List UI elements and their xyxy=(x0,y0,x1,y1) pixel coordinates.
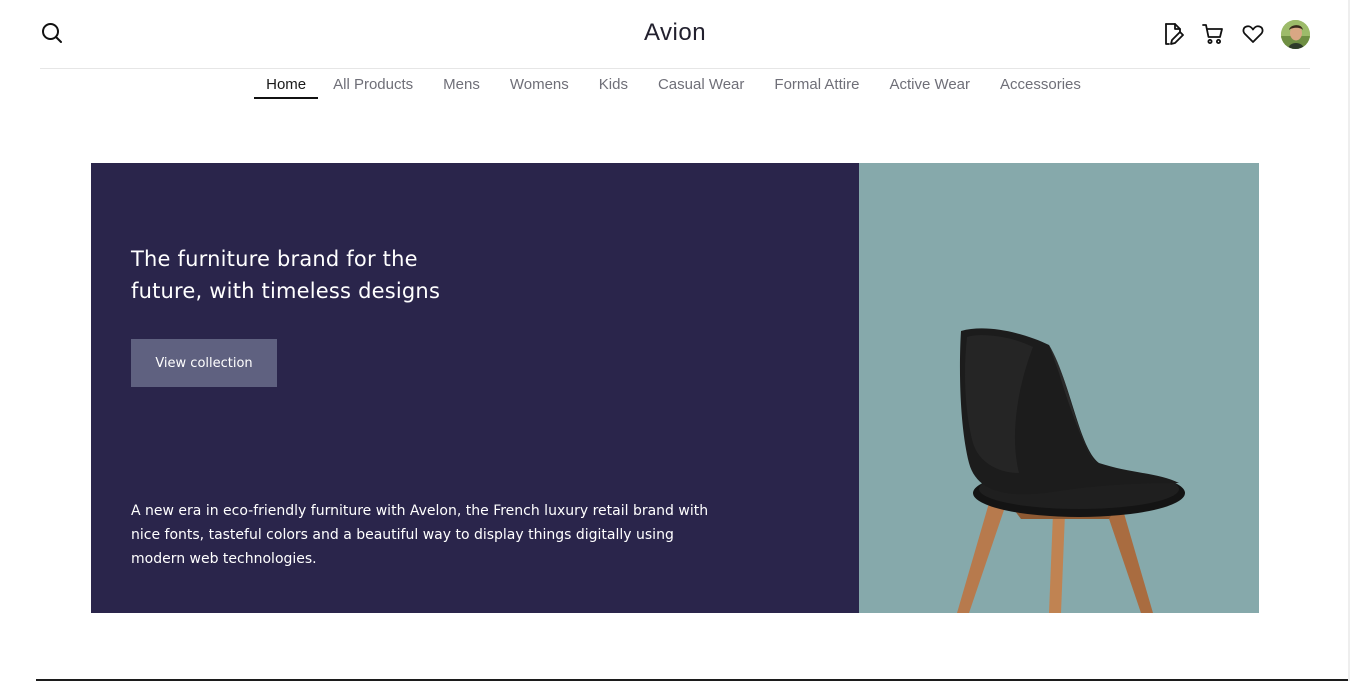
hero-banner: The furniture brand for the future, with… xyxy=(91,163,1259,613)
cart-icon xyxy=(1202,24,1223,44)
hero-image xyxy=(859,163,1259,613)
header-actions xyxy=(1161,17,1310,51)
page: Avion Home All Products Mens Womens Kids… xyxy=(0,0,1350,681)
nav-item-womens[interactable]: Womens xyxy=(495,69,584,99)
category-nav: Home All Products Mens Womens Kids Casua… xyxy=(0,69,1350,103)
view-collection-button[interactable]: View collection xyxy=(131,339,277,387)
hero-description: A new era in eco-friendly furniture with… xyxy=(131,503,709,567)
nav-item-kids[interactable]: Kids xyxy=(584,69,643,99)
heart-icon xyxy=(1242,25,1264,43)
nav-item-active-wear[interactable]: Active Wear xyxy=(874,69,985,99)
hero-title: The furniture brand for the future, with… xyxy=(131,247,441,303)
wishlist-button[interactable] xyxy=(1241,17,1265,51)
hero-content: The furniture brand for the future, with… xyxy=(91,163,859,613)
nav-item-mens[interactable]: Mens xyxy=(428,69,495,99)
nav-item-home[interactable]: Home xyxy=(254,69,319,99)
document-edit-icon xyxy=(1165,23,1184,45)
header: Avion xyxy=(40,0,1310,69)
brand-logo[interactable]: Avion xyxy=(40,19,1310,47)
nav-item-all-products[interactable]: All Products xyxy=(318,69,428,99)
document-edit-button[interactable] xyxy=(1161,17,1185,51)
chair-image xyxy=(957,328,1185,613)
cart-button[interactable] xyxy=(1201,17,1225,51)
avatar[interactable] xyxy=(1281,19,1310,49)
nav-item-accessories[interactable]: Accessories xyxy=(985,69,1096,99)
nav-item-formal-attire[interactable]: Formal Attire xyxy=(759,69,874,99)
user-avatar-image xyxy=(1281,19,1310,49)
nav-item-casual-wear[interactable]: Casual Wear xyxy=(643,69,759,99)
